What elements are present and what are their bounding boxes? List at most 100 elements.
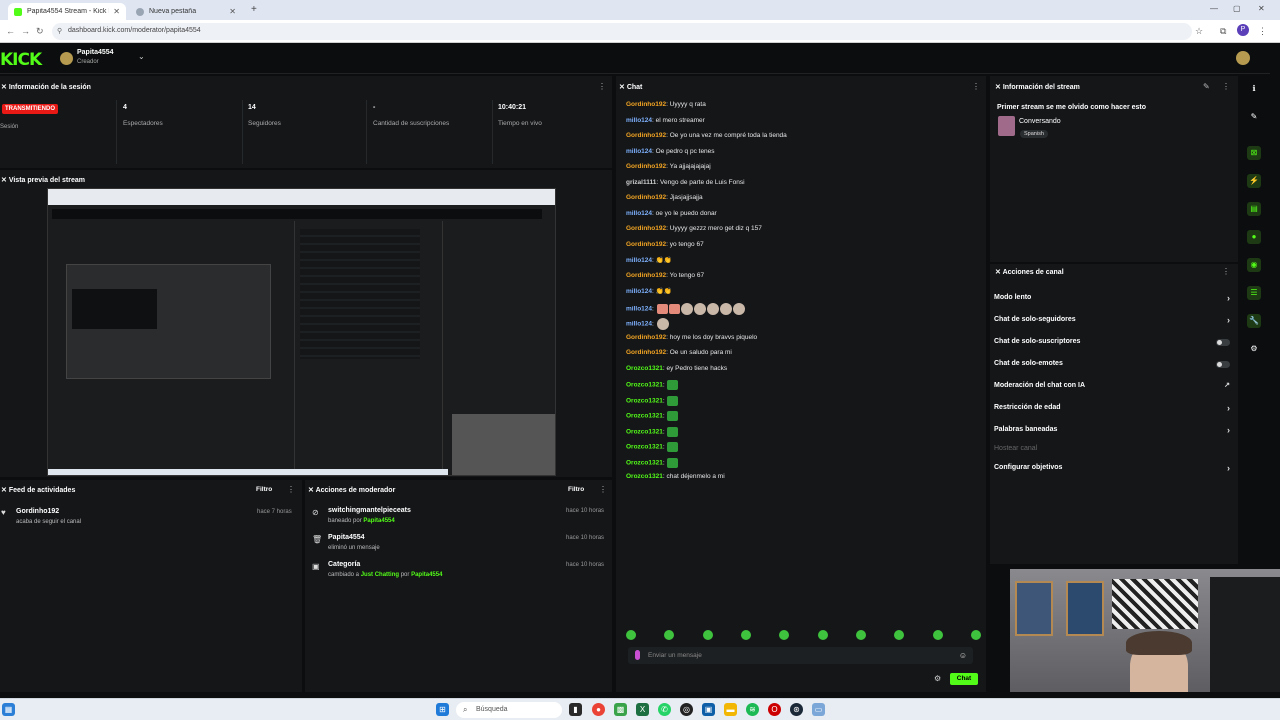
edit-icon[interactable]: ✎ <box>1247 110 1261 124</box>
chat-username[interactable]: Gordinho192 <box>626 132 666 139</box>
taskbar-search-input[interactable]: ⌕ Búsqueda <box>456 702 562 718</box>
quick-emote-icon[interactable] <box>970 630 981 640</box>
reload-icon[interactable]: ↻ <box>36 26 44 37</box>
send-chat-button[interactable]: Chat <box>950 673 978 685</box>
chat-username[interactable]: Orozco1321 <box>626 365 663 372</box>
chat-username[interactable]: Orozco1321 <box>626 459 663 466</box>
chat-username[interactable]: millo124 <box>626 305 652 312</box>
chat-input[interactable]: Enviar un mensaje ☺ <box>628 647 973 664</box>
microphone-icon[interactable] <box>635 650 640 660</box>
window-close-icon[interactable]: ✕ <box>1258 4 1265 13</box>
channel-action-item[interactable]: Moderación del chat con IA ↗ <box>994 382 1230 394</box>
chevron-right-icon[interactable]: › <box>1227 315 1230 325</box>
store-icon[interactable]: ▣ <box>702 703 715 716</box>
chat-username[interactable]: Orozco1321 <box>626 413 663 420</box>
opera-icon[interactable]: O <box>768 703 781 716</box>
minecraft-icon[interactable]: ▩ <box>614 703 627 716</box>
more-options-icon[interactable]: ⋮ <box>287 485 295 494</box>
start-windows-icon[interactable]: ⊞ <box>436 703 449 716</box>
excel-icon[interactable]: X <box>636 703 649 716</box>
quick-emote-icon[interactable] <box>855 630 866 640</box>
chat-username[interactable]: Gordinho192 <box>626 194 666 201</box>
username[interactable]: Papita4554 <box>77 49 114 56</box>
info-icon[interactable]: ℹ <box>1247 82 1261 96</box>
more-options-icon[interactable]: ⋮ <box>972 82 980 91</box>
chat-username[interactable]: Gordinho192 <box>626 241 666 248</box>
file-explorer-icon[interactable]: ▬ <box>724 703 737 716</box>
chat-username[interactable]: grizal1111 <box>626 179 656 186</box>
back-arrow-icon[interactable]: ← <box>6 26 15 36</box>
quick-emote-icon[interactable] <box>702 630 713 640</box>
chat-username[interactable]: millo124 <box>626 117 652 124</box>
quick-emote-icon[interactable] <box>817 630 828 640</box>
maximize-icon[interactable]: ▢ <box>1233 4 1241 13</box>
close-icon[interactable]: ✕ <box>229 7 236 16</box>
chat-username[interactable]: Orozco1321 <box>626 397 663 404</box>
chrome-icon[interactable]: ● <box>592 703 605 716</box>
browser-menu-icon[interactable]: ⋮ <box>1258 26 1267 37</box>
chat-username[interactable]: Gordinho192 <box>626 272 666 279</box>
quick-emote-icon[interactable] <box>664 630 675 640</box>
channel-action-item[interactable]: Chat de solo-seguidores › <box>994 315 1230 328</box>
toggle-switch[interactable] <box>1216 339 1230 346</box>
new-tab-plus-icon[interactable]: + <box>251 4 257 15</box>
tab-kick-dashboard[interactable]: Papita4554 Stream - Kick Dashb ✕ <box>8 3 126 20</box>
bookmark-star-icon[interactable]: ☆ <box>1195 26 1203 37</box>
site-info-icon[interactable]: ⚲ <box>57 27 62 35</box>
chat-username[interactable]: Orozco1321 <box>626 473 663 480</box>
tab-new-tab[interactable]: Nueva pestaña ✕ <box>130 3 242 20</box>
steam-icon[interactable]: ⊛ <box>790 703 803 716</box>
chevron-right-icon[interactable]: › <box>1227 425 1230 435</box>
quick-emote-icon[interactable] <box>932 630 943 640</box>
chat-username[interactable]: Orozco1321 <box>626 382 663 389</box>
external-link-icon[interactable]: ↗ <box>1224 381 1230 389</box>
channel-action-item[interactable]: Palabras baneadas › <box>994 425 1230 438</box>
more-options-icon[interactable]: ⋮ <box>1222 82 1230 91</box>
chat-username[interactable]: Gordinho192 <box>626 225 666 232</box>
kick-logo[interactable]: KICK <box>0 50 42 70</box>
quick-emote-icon[interactable] <box>779 630 790 640</box>
quick-emote-icon[interactable] <box>626 630 636 640</box>
avatar[interactable] <box>60 52 73 65</box>
wrench-icon[interactable]: 🔧 <box>1247 314 1261 328</box>
chat-username[interactable]: Gordinho192 <box>626 334 666 341</box>
chat-username[interactable]: millo124 <box>626 257 652 264</box>
emoji-icon[interactable]: ☺ <box>959 651 967 660</box>
edit-pencil-icon[interactable]: ✎ <box>1203 82 1210 91</box>
channel-action-item[interactable]: Configurar objetivos › <box>994 463 1230 476</box>
close-icon[interactable]: ✕ <box>113 7 120 16</box>
channel-action-item[interactable]: Modo lento › <box>994 293 1230 306</box>
forward-arrow-icon[interactable]: → <box>21 26 30 36</box>
chat-username[interactable]: Gordinho192 <box>626 163 666 170</box>
chat-username[interactable]: Gordinho192 <box>626 349 666 356</box>
minimize-icon[interactable]: — <box>1210 4 1218 13</box>
filter-button[interactable]: Filtro <box>256 486 272 493</box>
chat-settings-gear-icon[interactable]: ⚙ <box>934 674 941 683</box>
broadcast-icon[interactable]: ◉ <box>1247 258 1261 272</box>
chat-bubble-icon[interactable]: ● <box>1247 230 1261 244</box>
app-icon[interactable]: ▭ <box>812 703 825 716</box>
channel-action-item[interactable]: Chat de solo-emotes <box>994 360 1230 372</box>
chat-username[interactable]: millo124 <box>626 148 652 155</box>
whatsapp-icon[interactable]: ✆ <box>658 703 671 716</box>
chat-username[interactable]: Gordinho192 <box>626 101 666 108</box>
more-options-icon[interactable]: ⋮ <box>598 82 606 91</box>
more-options-icon[interactable]: ⋮ <box>1222 267 1230 276</box>
chat-username[interactable]: Orozco1321 <box>626 428 663 435</box>
chevron-right-icon[interactable]: › <box>1227 403 1230 413</box>
extensions-icon[interactable]: ⧉ <box>1220 26 1226 37</box>
chat-username[interactable]: millo124 <box>626 288 652 295</box>
document-icon[interactable]: ▤ <box>1247 202 1261 216</box>
server-icon[interactable]: ☰ <box>1247 286 1261 300</box>
channel-action-item[interactable]: Restricción de edad › <box>994 403 1230 416</box>
toggle-switch[interactable] <box>1216 361 1230 368</box>
stream-preview-video[interactable] <box>47 188 556 476</box>
obs-icon[interactable]: ◎ <box>680 703 693 716</box>
layout-icon[interactable]: ⊠ <box>1247 146 1261 160</box>
chevron-down-icon[interactable]: ⌄ <box>138 52 145 61</box>
task-view-icon[interactable]: ▮ <box>569 703 582 716</box>
settings-icon[interactable]: ⚙ <box>1247 342 1261 356</box>
profile-avatar[interactable]: P <box>1237 24 1249 36</box>
chat-username[interactable]: millo124 <box>626 210 652 217</box>
spotify-icon[interactable]: ≋ <box>746 703 759 716</box>
